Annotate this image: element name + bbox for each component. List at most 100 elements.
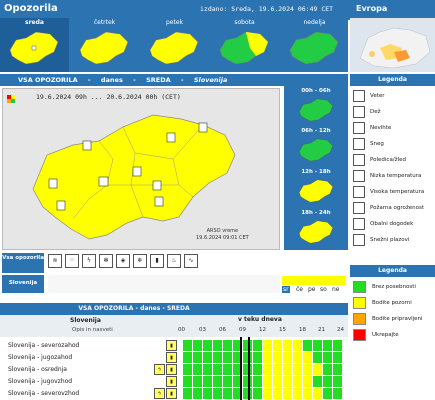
warning-level-legend: Legenda Brez posebnosti Bodite pozorni B… [350,265,435,345]
rain-icon [353,106,365,118]
legend-item: Poledica/žled [350,154,435,167]
day-tab-label: sreda [25,19,44,26]
hour-label: 06 [219,327,226,333]
thunderstorm-icon [353,122,365,134]
legend-item: Nevihte [350,122,435,135]
title-part: SREDA [146,76,171,84]
issued-timestamp: izdano: Sreda, 19.6.2024 06:49 CET [200,5,334,13]
day-mini-sr[interactable]: sr [282,286,290,293]
day-tab-nedelja[interactable]: nedelja [280,18,349,72]
ice-filter-icon[interactable]: ◈ [116,254,130,268]
wind-icon [353,90,365,102]
level-label: Bodite pripravljeni [372,316,423,322]
title-part: - [180,76,184,84]
description-header: Opis in nasveti [72,327,113,333]
slovenia-warning-map[interactable] [2,88,280,250]
legend-item: Obalni dogodek [350,218,435,231]
day-tab-label: nedelja [303,19,326,26]
table-row[interactable]: Slovenija - severozahod ▮ [0,340,348,352]
slovenia-thumbnail-icon [289,31,339,65]
day-tab-sreda[interactable]: sreda [0,18,69,72]
day-tab-petek[interactable]: petek [140,18,209,72]
legend-label: Obalni dogodek [370,221,414,227]
row-region-name: Slovenija - jugozahod [8,354,73,361]
title-part: Slovenija [193,76,228,84]
europe-link[interactable]: Evropa [356,4,387,13]
level-item: Ukrepajte [350,328,435,342]
time-slot-label: 12h - 18h [301,169,331,175]
time-slot-panel: 00h - 06h 06h - 12h 12h - 18h 18h - 24h [284,86,348,250]
slovenia-mini-map-icon [298,179,334,203]
legend-item: Nizka temperatura [350,170,435,183]
level-indicator-icon [7,95,11,99]
thunderstorm-icon: ϟ [154,364,165,375]
time-slot-label: 06h - 12h [301,128,331,134]
hour-label: 21 [318,327,325,333]
low-temperature-filter-icon[interactable]: ❄ [133,254,147,268]
table-row[interactable]: Slovenija - osrednja ϟ ▮ [0,364,348,376]
hour-label: 12 [259,327,266,333]
day-selector: sreda četrtek petek sobota nedelja [0,18,348,72]
avalanche-icon [353,234,365,246]
day-tab-cetrtek[interactable]: četrtek [70,18,139,72]
fire-risk-filter-icon[interactable]: ♨ [167,254,181,268]
level-label: Bodite pozorni [372,300,412,306]
table-title: VSA OPOZORILA - danes - SREDA [0,303,348,315]
hour-label: 09 [239,327,246,333]
table-row[interactable]: Slovenija - severovzhod ϟ ▮ [0,388,348,400]
high-temperature-filter-icon[interactable]: ▮ [150,254,164,268]
rain-filter-icon[interactable]: ⁘ [65,254,79,268]
during-day-header: v teku dneva [238,316,282,323]
all-warnings-label: Vsa opozorila [2,253,44,273]
slovenia-warning-strip [48,275,280,293]
legend-label: Požarna ogroženost [370,205,425,211]
slovenia-mini-map-icon [298,98,334,122]
region-header: Slovenija [70,317,101,324]
legend-label: Snežni plazovi [370,237,410,243]
day-mini-ne[interactable]: ne [332,286,340,293]
thunderstorm-icon: ϟ [154,388,165,399]
day-mini-so[interactable]: so [320,286,327,293]
time-slot-00-06[interactable]: 00h - 06h [284,86,348,126]
coastal-event-filter-icon[interactable]: ∿ [184,254,198,268]
time-slot-12-18[interactable]: 12h - 18h [284,167,348,207]
level-swatch [353,281,366,293]
legend-item: Visoka temperatura [350,186,435,199]
hour-label: 00 [178,327,185,333]
slovenia-row-label: Slovenija [2,275,44,293]
row-region-name: Slovenija - severozahod [8,342,80,349]
snow-filter-icon[interactable]: ✻ [99,254,113,268]
title-part: - [87,76,91,84]
day-mini-ce[interactable]: če [296,286,303,293]
slovenia-mini-map-icon [298,138,334,162]
thermometer-icon: ▮ [166,340,177,351]
time-slot-06-12[interactable]: 06h - 12h [284,126,348,166]
table-row[interactable]: Slovenija - jugovzhod ▮ [0,376,348,388]
arso-credit: ARSO vreme 19.6.2024 09:01 CET [196,228,249,242]
current-time-marker [240,337,242,400]
legend-item: Snežni plazovi [350,234,435,247]
row-region-name: Slovenija - jugovzhod [8,378,73,385]
title-part: danes [100,76,123,84]
day-tab-sobota[interactable]: sobota [210,18,279,72]
europe-map-thumbnail[interactable] [350,18,435,72]
day-mini-pe[interactable]: pe [308,286,316,293]
time-slot-label: 00h - 06h [301,88,331,94]
header-bar: Opozorila izdano: Sreda, 19.6.2024 06:49… [0,0,435,20]
legend-item: Veter [350,90,435,103]
slovenia-thumbnail-icon [79,31,129,65]
time-slot-18-24[interactable]: 18h - 24h [284,208,348,248]
level-item: Bodite pripravljeni [350,312,435,326]
hour-label: 03 [199,327,206,333]
warning-type-legend: Legenda Veter Dež Nevihte Sneg Poledica/… [350,74,435,259]
table-row[interactable]: Slovenija - jugozahod ▮ [0,352,348,364]
level-item: Brez posebnosti [350,280,435,294]
wind-filter-icon[interactable]: ≋ [48,254,62,268]
thermometer-icon: ▮ [166,352,177,363]
page-title: Opozorila [4,3,58,14]
title-part: - [133,76,136,84]
thunderstorm-filter-icon[interactable]: ϟ [82,254,96,268]
legend-label: Sneg [370,141,384,147]
legend-label: Veter [370,93,385,99]
hour-label: 15 [279,327,286,333]
